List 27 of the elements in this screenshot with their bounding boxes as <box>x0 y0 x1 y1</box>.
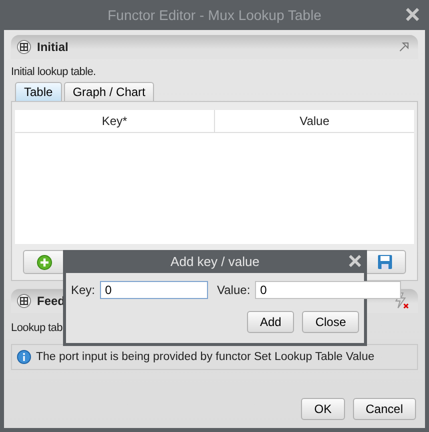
plus-icon <box>36 254 52 270</box>
add-button[interactable]: Add <box>246 311 294 333</box>
column-header: Key* <box>15 110 215 132</box>
close-icon[interactable] <box>406 8 419 21</box>
tab[interactable]: Graph / Chart <box>64 82 154 101</box>
input-field[interactable]: 0 <box>255 281 402 299</box>
column-header: Value <box>298 113 330 130</box>
save-button[interactable] <box>364 250 406 274</box>
field-label: Key: <box>71 283 96 297</box>
close-button[interactable]: Close <box>302 311 359 333</box>
panel-description: Lookup tab <box>11 322 62 334</box>
window-title: Functor Editor - Mux Lookup Table <box>108 7 322 23</box>
panel-title: Initial <box>37 40 68 54</box>
info-message: The port input is being provided by functor Set Lookup Table Value <box>36 351 374 363</box>
add-row-button[interactable] <box>23 250 65 274</box>
cancel-button[interactable]: Cancel <box>352 398 416 420</box>
field-label: Value: <box>217 283 250 297</box>
close-icon[interactable] <box>349 255 361 267</box>
grid-icon <box>17 294 31 308</box>
tab[interactable]: Table <box>15 82 62 101</box>
panel-description: Initial lookup table. <box>11 66 96 78</box>
grid-icon <box>17 40 31 54</box>
ok-button[interactable]: OK <box>301 398 345 420</box>
save-icon <box>377 254 393 270</box>
dialog-title: Add key / value <box>170 254 260 269</box>
info-icon <box>17 350 31 364</box>
input-field[interactable]: 0 <box>100 281 208 299</box>
